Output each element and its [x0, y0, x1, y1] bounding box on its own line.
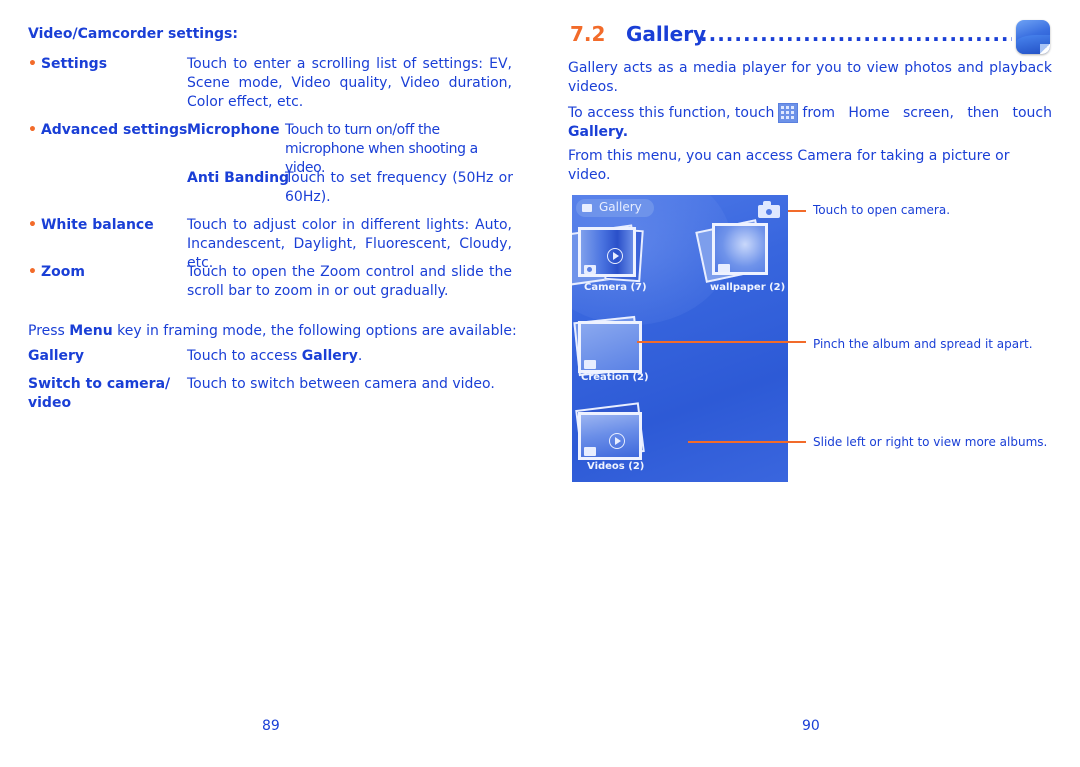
album-camera[interactable]: Camera (7)	[572, 221, 672, 321]
album-videos[interactable]: Videos (2)	[572, 400, 672, 482]
option-term-gallery: Gallery	[28, 348, 85, 364]
option-term-switch: Switch to camera/ video	[28, 376, 171, 411]
menu-intro: Press Menu key in framing mode, the foll…	[28, 323, 517, 339]
gallery-app-icon	[1016, 20, 1050, 54]
page-number: 90	[802, 718, 820, 734]
setting-term-zoom: • Zoom	[28, 264, 85, 280]
album-wallpaper[interactable]: wallpaper (2)	[690, 219, 788, 321]
setting-desc-zoom: Touch to open the Zoom control and slide…	[187, 264, 512, 299]
camera-note: From this menu, you can access Camera fo…	[568, 148, 1010, 183]
folder-icon	[584, 360, 596, 369]
play-icon	[609, 433, 625, 449]
app-grid-icon	[778, 103, 799, 123]
subsetting-term-anti-banding: Anti Banding	[187, 170, 290, 186]
camera-icon[interactable]	[758, 201, 780, 218]
callout-line	[688, 441, 806, 443]
right-page: 7.2 Gallery ............................…	[540, 0, 1080, 767]
bullet-icon: •	[28, 56, 37, 72]
album-creation[interactable]: Creation (2)	[572, 313, 672, 413]
access-instructions: To access this function, touch from Home…	[568, 103, 1052, 140]
subsetting-desc-anti-banding: Touch to set frequency (50Hz or 60Hz).	[285, 170, 513, 205]
album-label: Creation (2)	[581, 372, 649, 383]
option-desc-gallery: Touch to access Gallery.	[187, 348, 363, 364]
setting-desc-settings: Touch to enter a scrolling list of setti…	[187, 56, 512, 110]
callout-pinch: Pinch the album and spread it apart.	[813, 337, 1033, 351]
camera-small-icon	[584, 265, 596, 274]
option-desc-switch: Touch to switch between camera and video…	[187, 376, 495, 392]
callout-slide: Slide left or right to view more albums.	[813, 435, 1048, 449]
page-number: 89	[262, 718, 280, 734]
gallery-header-label: Gallery	[599, 200, 642, 214]
bullet-icon: •	[28, 264, 37, 280]
callout-line	[788, 210, 806, 212]
folder-icon	[718, 264, 730, 272]
album-label: wallpaper (2)	[710, 282, 786, 293]
left-page: Video/Camcorder settings: • Settings Touc…	[0, 0, 540, 767]
play-icon	[607, 248, 623, 264]
bullet-icon: •	[28, 217, 37, 233]
setting-term-white-balance: • White balance	[28, 217, 154, 233]
album-label: Camera (7)	[584, 282, 647, 293]
leader-dots: ........................................…	[700, 22, 1012, 46]
section-title: Gallery	[626, 22, 707, 46]
callout-open-camera: Touch to open camera.	[813, 203, 951, 217]
callout-line	[637, 341, 806, 343]
setting-term-advanced: • Advanced settings	[28, 122, 188, 138]
section-number: 7.2	[570, 22, 606, 46]
bullet-icon: •	[28, 122, 37, 138]
section-heading: Video/Camcorder settings:	[28, 26, 238, 42]
gallery-screenshot: Gallery Camera (7) wallpaper (2) Creatio…	[572, 195, 788, 482]
setting-term-settings: • Settings	[28, 56, 108, 72]
subsetting-term-microphone: Microphone	[187, 122, 280, 138]
album-label: Videos (2)	[587, 461, 645, 472]
folder-icon	[584, 447, 596, 456]
gallery-intro: Gallery acts as a media player for you t…	[568, 60, 1052, 95]
picture-icon	[582, 204, 592, 212]
